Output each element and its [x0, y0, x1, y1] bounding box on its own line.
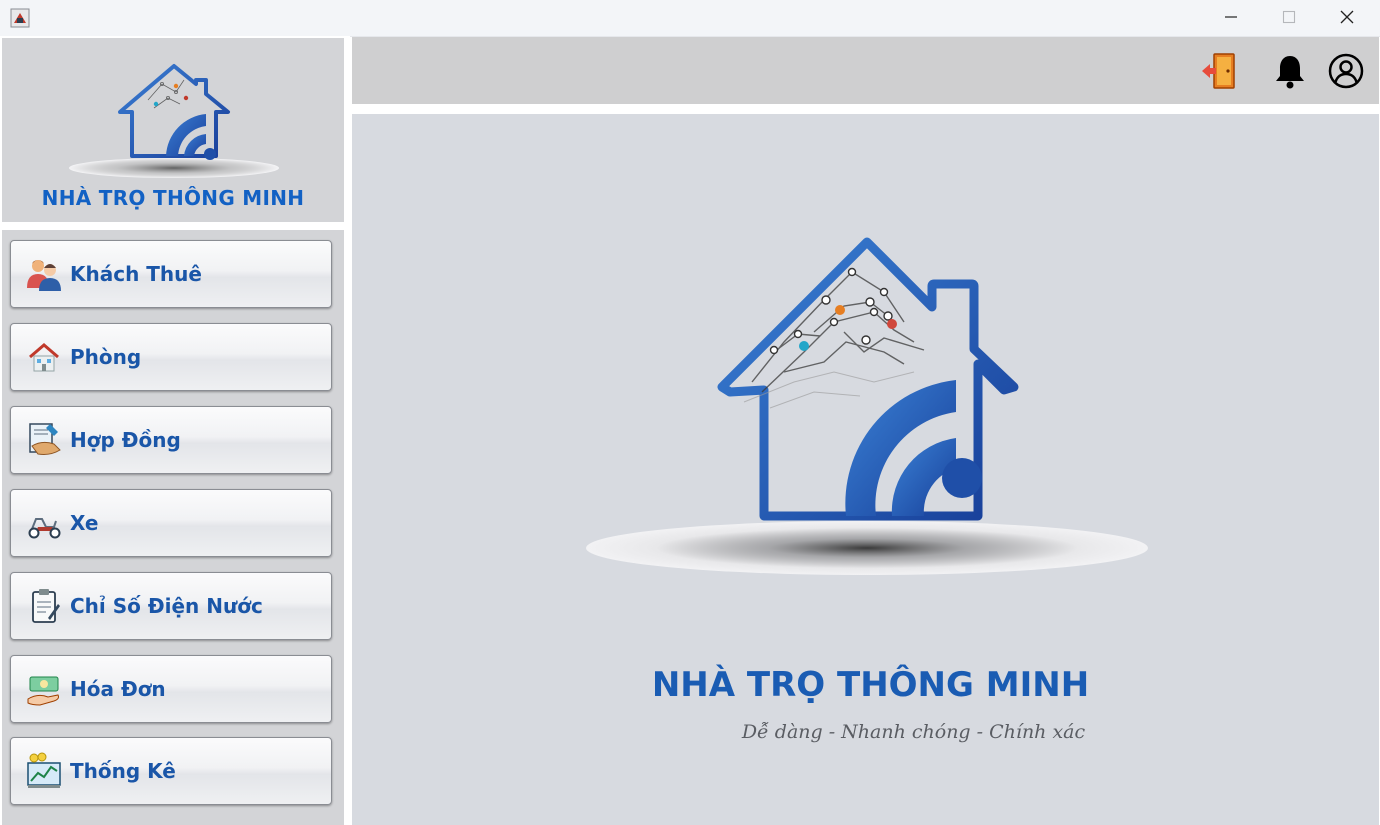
scooter-icon	[24, 503, 64, 543]
nav-button-rooms[interactable]: Phòng	[10, 323, 332, 391]
nav-button-tenants[interactable]: Khách Thuê	[10, 240, 332, 308]
nav-button-contracts[interactable]: Hợp Đồng	[10, 406, 332, 474]
nav-label-statistics: Thống Kê	[70, 759, 176, 783]
minimize-button[interactable]	[1202, 0, 1260, 36]
nav-label-tenants: Khách Thuê	[70, 262, 202, 286]
user-icon	[1328, 53, 1364, 93]
main-content: NHÀ TRỌ THÔNG MINH Dễ dàng - Nhanh chóng…	[352, 114, 1379, 825]
nav-button-utility-readings[interactable]: Chỉ Số Điện Nước	[10, 572, 332, 640]
close-icon	[1340, 9, 1354, 28]
room-icon	[24, 337, 64, 377]
notifications-button[interactable]	[1270, 53, 1310, 93]
close-button[interactable]	[1318, 0, 1376, 36]
user-account-button[interactable]	[1326, 53, 1366, 93]
sidebar-logo-box: NHÀ TRỌ THÔNG MINH	[2, 38, 344, 222]
sidebar: NHÀ TRỌ THÔNG MINH Khách Thuê Phòng Hợp …	[0, 36, 350, 825]
statistics-icon	[24, 751, 64, 791]
logout-icon	[1200, 51, 1240, 95]
nav-label-rooms: Phòng	[70, 345, 142, 369]
nav-button-vehicles[interactable]: Xe	[10, 489, 332, 557]
main-brand-title: NHÀ TRỌ THÔNG MINH	[651, 665, 1090, 705]
logout-button[interactable]	[1200, 53, 1240, 93]
app-icon	[10, 8, 30, 28]
maximize-icon	[1282, 9, 1296, 28]
nav-button-statistics[interactable]: Thống Kê	[10, 737, 332, 805]
sidebar-brand-title: NHÀ TRỌ THÔNG MINH	[41, 186, 305, 210]
maximize-button[interactable]	[1260, 0, 1318, 36]
top-toolbar	[352, 37, 1379, 104]
money-icon	[24, 669, 64, 709]
tenants-icon	[24, 254, 64, 294]
nav-button-invoices[interactable]: Hóa Đơn	[10, 655, 332, 723]
sidebar-nav: Khách Thuê Phòng Hợp Đồng Xe Chỉ Số Điện…	[2, 230, 344, 825]
bell-icon	[1273, 53, 1307, 93]
minimize-icon	[1224, 9, 1238, 28]
meter-clipboard-icon	[24, 586, 64, 626]
nav-label-utility-readings: Chỉ Số Điện Nước	[70, 594, 263, 618]
main-smart-house-logo	[584, 232, 1150, 582]
nav-label-invoices: Hóa Đơn	[70, 677, 166, 701]
smart-house-logo	[64, 50, 284, 182]
main-slogan: Dễ dàng - Nhanh chóng - Chính xác	[741, 721, 1086, 743]
nav-label-contracts: Hợp Đồng	[70, 428, 181, 452]
contract-icon	[24, 420, 64, 460]
nav-label-vehicles: Xe	[70, 511, 99, 535]
window-title-bar	[0, 0, 1380, 37]
